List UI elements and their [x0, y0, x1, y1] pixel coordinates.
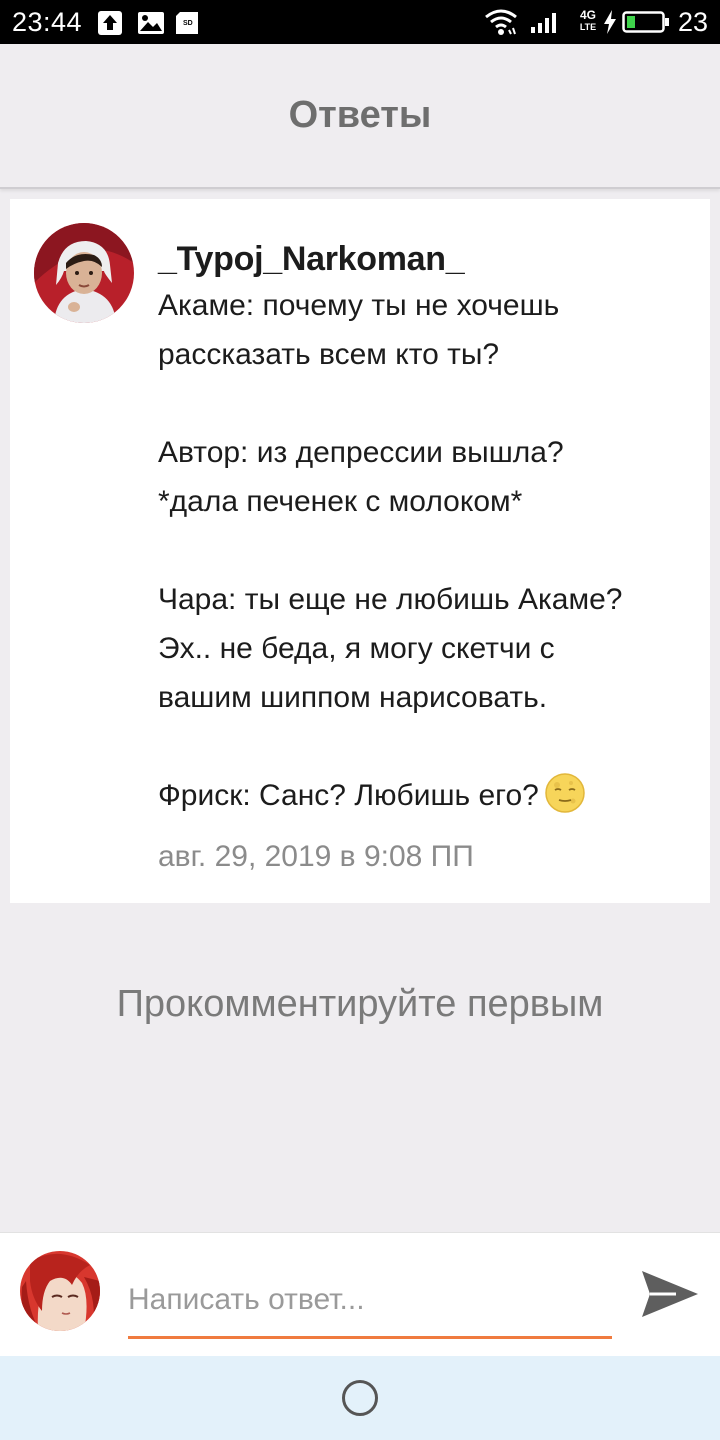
comment-line: вашим шиппом нарисовать. [158, 681, 548, 714]
empty-replies-message: Прокомментируйте первым [116, 983, 604, 1025]
battery-percentage: 23 [677, 7, 708, 37]
comment-text: Акаме: почему ты не хочешь рассказать вс… [158, 281, 698, 820]
comment-line: Автор: из депрессии вышла? [158, 436, 564, 469]
comment-line: Акаме: почему ты не хочешь [158, 289, 560, 322]
signal-icon [531, 13, 556, 33]
comment-line-break [158, 526, 698, 575]
comment-line: Чара: ты еще не любишь Акаме? [158, 583, 623, 616]
comment-timestamp: авг. 29, 2019 в 9:08 ПП [158, 840, 474, 873]
home-circle-icon[interactable] [342, 1380, 378, 1416]
sd-card-icon: SD [176, 12, 198, 34]
comment-card: _Typoj_Narkoman_ Акаме: почему ты не хоч… [10, 199, 710, 903]
svg-text:SD: SD [183, 20, 193, 27]
moon-face-emoji [545, 773, 585, 813]
send-icon[interactable] [636, 1261, 702, 1327]
current-user-avatar-image [20, 1251, 100, 1331]
reply-composer [0, 1232, 720, 1357]
comment-line: *дала печенек с молоком* [158, 485, 523, 518]
comment-line: рассказать всем кто ты? [158, 338, 500, 371]
comment-line-break [158, 722, 698, 771]
comment-line: Эх.. не беда, я могу скетчи с [158, 632, 555, 665]
charging-bolt-icon [604, 10, 616, 34]
reply-input[interactable] [128, 1273, 612, 1339]
4g-lte-icon: 4G LTE [575, 9, 601, 33]
comment-line: Фриск: Санс? Любишь его? [158, 779, 539, 812]
network-sub-label: LTE [579, 22, 597, 32]
page-title: Ответы [288, 94, 432, 136]
image-icon [138, 12, 164, 34]
app-header: Ответы [0, 44, 720, 189]
status-time: 23:44 [12, 7, 83, 37]
wifi-icon [485, 9, 517, 35]
comment-line-break [158, 379, 698, 428]
user-avatar-image [34, 223, 134, 323]
upload-icon [98, 11, 122, 35]
user-avatar[interactable] [34, 223, 134, 323]
status-bar: 23:44 SD 4G LTE 23 [0, 0, 720, 44]
battery-icon [622, 11, 669, 33]
comment-username[interactable]: _Typoj_Narkoman_ [158, 237, 465, 281]
system-nav-bar [0, 1356, 720, 1440]
current-user-avatar [20, 1251, 100, 1331]
comment-last-line: Фриск: Санс? Любишь его? [158, 771, 698, 820]
network-label: 4G [579, 8, 596, 22]
